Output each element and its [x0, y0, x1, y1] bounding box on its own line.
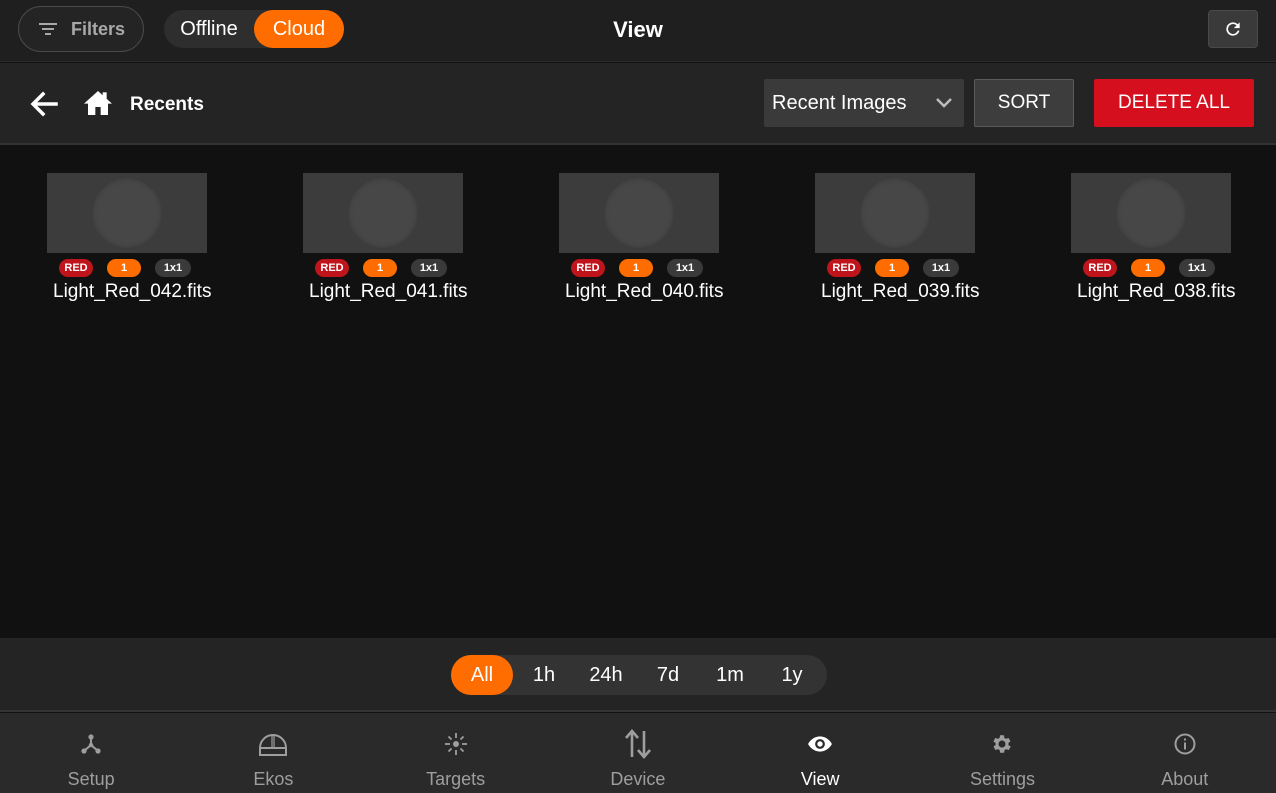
- count-badge: 1: [107, 259, 141, 277]
- filters-label: Filters: [71, 18, 126, 39]
- time-range-1m[interactable]: 1m: [699, 655, 761, 695]
- filter-badge: RED: [827, 259, 861, 277]
- nav-label-device: Device: [610, 769, 666, 789]
- count-badge: 1: [875, 259, 909, 277]
- image-filename: Light_Red_041.fits: [309, 281, 468, 302]
- bottom-nav: Setup Ekos Targets Device View Settings …: [0, 713, 1276, 793]
- mode-cloud-option[interactable]: Cloud: [254, 10, 344, 48]
- filter-badge: RED: [315, 259, 349, 277]
- nav-label-ekos: Ekos: [253, 769, 294, 789]
- binning-badge: 1x1: [667, 259, 703, 277]
- nav-item-settings[interactable]: Settings: [911, 713, 1093, 793]
- time-range-1h[interactable]: 1h: [513, 655, 575, 695]
- image-badges: RED 1 1x1: [803, 259, 983, 277]
- nav-label-targets: Targets: [426, 769, 486, 789]
- sort-mode-select[interactable]: Recent Images: [764, 79, 964, 127]
- nav-item-view[interactable]: View: [729, 713, 911, 793]
- image-thumbnail[interactable]: [559, 173, 719, 253]
- browser-toolbar: Recents Recent Images SORT DELETE ALL: [0, 63, 1276, 145]
- gear-icon: [984, 727, 1020, 761]
- time-range-selector: All 1h 24h 7d 1m 1y: [451, 655, 827, 695]
- breadcrumb-current: Recents: [130, 94, 204, 115]
- mode-offline-option[interactable]: Offline: [164, 10, 254, 48]
- sort-mode-value: Recent Images: [772, 91, 907, 114]
- nav-item-about[interactable]: About: [1094, 713, 1276, 793]
- nav-item-targets[interactable]: Targets: [365, 713, 547, 793]
- targets-icon: [438, 727, 474, 761]
- setup-icon: [73, 727, 109, 761]
- image-badges: RED 1 1x1: [1059, 259, 1239, 277]
- binning-badge: 1x1: [1179, 259, 1215, 277]
- image-thumbnail[interactable]: [1071, 173, 1231, 253]
- image-thumbnail[interactable]: [815, 173, 975, 253]
- nav-label-settings: Settings: [969, 769, 1035, 789]
- ekos-icon: [255, 727, 291, 761]
- filter-badge: RED: [571, 259, 605, 277]
- storage-mode-toggle: Offline Cloud: [164, 10, 344, 48]
- binning-badge: 1x1: [411, 259, 447, 277]
- binning-badge: 1x1: [923, 259, 959, 277]
- back-button[interactable]: [28, 89, 60, 119]
- image-filename: Light_Red_038.fits: [1077, 281, 1236, 302]
- nav-label-view: View: [800, 769, 840, 789]
- home-icon: [84, 91, 112, 115]
- image-thumbnail[interactable]: [303, 173, 463, 253]
- top-bar: Filters Offline Cloud View: [0, 0, 1276, 62]
- info-icon: [1167, 727, 1203, 761]
- refresh-icon: [1226, 22, 1240, 36]
- time-range-1y[interactable]: 1y: [761, 655, 823, 695]
- image-grid: RED 1 1x1 Light_Red_042.fits RED 1 1x1 L…: [0, 147, 1276, 637]
- time-range-24h[interactable]: 24h: [575, 655, 637, 695]
- filter-badge: RED: [59, 259, 93, 277]
- image-filename: Light_Red_042.fits: [53, 281, 212, 302]
- chevron-down-icon: [924, 79, 964, 127]
- binning-badge: 1x1: [155, 259, 191, 277]
- nav-label-setup: Setup: [67, 769, 115, 789]
- image-badges: RED 1 1x1: [35, 259, 215, 277]
- nav-label-about: About: [1161, 769, 1209, 789]
- time-range-all[interactable]: All: [451, 655, 513, 695]
- nav-item-setup[interactable]: Setup: [0, 713, 182, 793]
- device-icon: [620, 727, 656, 761]
- filter-icon: [39, 22, 57, 36]
- sort-button[interactable]: SORT: [974, 79, 1074, 127]
- count-badge: 1: [363, 259, 397, 277]
- image-filename: Light_Red_039.fits: [821, 281, 980, 302]
- filter-badge: RED: [1083, 259, 1117, 277]
- refresh-button[interactable]: [1208, 10, 1258, 48]
- eye-icon: [802, 727, 838, 761]
- filters-button[interactable]: Filters: [18, 6, 144, 52]
- arrow-left-icon: [30, 91, 58, 117]
- count-badge: 1: [619, 259, 653, 277]
- home-button[interactable]: [82, 87, 114, 119]
- image-badges: RED 1 1x1: [291, 259, 471, 277]
- nav-item-ekos[interactable]: Ekos: [182, 713, 364, 793]
- count-badge: 1: [1131, 259, 1165, 277]
- nav-item-device[interactable]: Device: [547, 713, 729, 793]
- image-thumbnail[interactable]: [47, 173, 207, 253]
- image-filename: Light_Red_040.fits: [565, 281, 724, 302]
- time-range-bar: All 1h 24h 7d 1m 1y: [0, 638, 1276, 712]
- time-range-7d[interactable]: 7d: [637, 655, 699, 695]
- delete-all-button[interactable]: DELETE ALL: [1094, 79, 1254, 127]
- image-badges: RED 1 1x1: [547, 259, 727, 277]
